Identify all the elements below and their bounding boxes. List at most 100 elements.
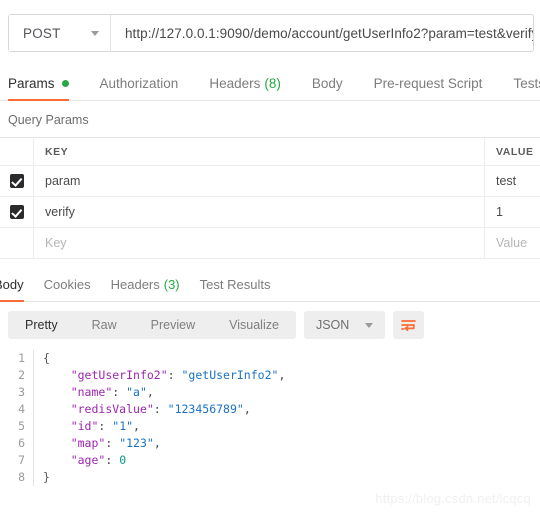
watermark: https://blog.csdn.net/lcqcq (375, 491, 531, 506)
code-line: "id": "1", (43, 418, 285, 435)
code-line: "map": "123", (43, 435, 285, 452)
code-token: : (112, 385, 126, 399)
query-params-label: Query Params (0, 101, 540, 137)
param-value-input[interactable]: test (485, 166, 540, 196)
param-value-cell[interactable]: 1 (485, 197, 540, 228)
view-mode-preview[interactable]: Preview (134, 311, 212, 339)
param-key-cell[interactable]: param (34, 166, 485, 197)
code-token: : (105, 436, 119, 450)
row-checkbox[interactable] (0, 166, 33, 196)
code-token (43, 436, 71, 450)
code-line: "age": 0 (43, 452, 285, 469)
code-token (43, 453, 71, 467)
http-method-label: POST (23, 26, 61, 41)
param-value-input[interactable]: 1 (485, 197, 540, 227)
code-token: "name" (71, 385, 113, 399)
code-line: "getUserInfo2": "getUserInfo2", (43, 367, 285, 384)
tab-params[interactable]: Params (8, 76, 69, 100)
table-row-new: KeyValue (0, 228, 540, 259)
checkmark-icon (10, 174, 24, 188)
response-format-label: JSON (316, 318, 349, 332)
param-key-cell[interactable]: verify (34, 197, 485, 228)
code-token: "id" (71, 419, 99, 433)
code-token: { (43, 351, 50, 365)
line-number: 4 (0, 401, 25, 418)
code-token: "123456789" (168, 402, 244, 416)
row-checkbox-cell[interactable] (0, 197, 34, 228)
code-token: "age" (71, 453, 106, 467)
code-line: { (43, 350, 285, 367)
param-value-input[interactable]: Value (485, 228, 540, 258)
tab-label: Headers (209, 76, 260, 91)
param-key-input[interactable]: verify (34, 197, 484, 227)
code-token (43, 368, 71, 382)
param-value-cell[interactable]: Value (485, 228, 540, 259)
http-method-select[interactable]: POST (9, 15, 111, 51)
tab-authorization[interactable]: Authorization (100, 76, 179, 100)
code-line: "name": "a", (43, 384, 285, 401)
word-wrap-icon (401, 319, 416, 332)
view-mode-visualize[interactable]: Visualize (212, 311, 296, 339)
key-column-header: KEY (34, 138, 485, 166)
response-body-code[interactable]: { "getUserInfo2": "getUserInfo2", "name"… (34, 350, 285, 486)
query-params-table: KEY VALUE paramtestverify1KeyValue (0, 137, 540, 259)
param-key-input[interactable]: Key (34, 228, 484, 258)
tab-label: Cookies (44, 277, 91, 292)
response-tab-body[interactable]: Body (0, 277, 24, 301)
code-token (43, 402, 71, 416)
tab-label: Authorization (100, 76, 179, 91)
checkmark-icon (10, 205, 24, 219)
param-value-cell[interactable]: test (485, 166, 540, 197)
tab-label: Params (8, 76, 55, 91)
tab-headers[interactable]: Headers (8) (209, 76, 281, 100)
view-mode-raw[interactable]: Raw (75, 311, 134, 339)
table-header-row: KEY VALUE (0, 138, 540, 166)
code-token: : (154, 402, 168, 416)
code-token (43, 385, 71, 399)
tab-label: Body (0, 277, 24, 292)
code-line: } (43, 469, 285, 486)
response-tab-test-results[interactable]: Test Results (200, 277, 271, 301)
request-tabs: Params Authorization Headers (8) Body Pre-req… (0, 67, 540, 101)
response-tab-cookies[interactable]: Cookies (44, 277, 91, 301)
row-checkbox[interactable] (0, 197, 33, 227)
row-checkbox-cell (0, 228, 34, 259)
row-checkbox-cell[interactable] (0, 166, 34, 197)
response-tabs: Body Cookies Headers(3) Test Results (0, 271, 540, 302)
tab-label: Test Results (200, 277, 271, 292)
line-number: 1 (0, 350, 25, 367)
line-number: 6 (0, 435, 25, 452)
code-token: "map" (71, 436, 106, 450)
response-tab-headers[interactable]: Headers(3) (111, 277, 180, 301)
word-wrap-button[interactable] (393, 311, 424, 339)
tab-count-badge: (8) (264, 76, 281, 91)
code-token: , (133, 419, 140, 433)
code-token: } (43, 470, 50, 484)
table-row: verify1 (0, 197, 540, 228)
code-token (43, 419, 71, 433)
tab-pre-request-script[interactable]: Pre-request Script (374, 76, 483, 100)
code-token: , (244, 402, 251, 416)
table-row: paramtest (0, 166, 540, 197)
tab-tests[interactable]: Tests (513, 76, 540, 100)
line-number: 7 (0, 452, 25, 469)
code-token: "a" (126, 385, 147, 399)
response-format-select[interactable]: JSON (304, 311, 385, 339)
request-url-bar: POST http://127.0.0.1:9090/demo/account/… (8, 14, 534, 52)
code-token: : (168, 368, 182, 382)
select-all-header (0, 138, 34, 166)
param-key-cell[interactable]: Key (34, 228, 485, 259)
code-token: "123" (119, 436, 154, 450)
param-key-input[interactable]: param (34, 166, 484, 196)
code-line: "redisValue": "123456789", (43, 401, 285, 418)
url-input[interactable]: http://127.0.0.1:9090/demo/account/getUs… (111, 15, 533, 51)
chevron-down-icon (91, 31, 99, 36)
code-token: : (105, 453, 119, 467)
line-number: 8 (0, 469, 25, 486)
tab-body[interactable]: Body (312, 76, 343, 100)
code-token: , (154, 436, 161, 450)
tab-label: Tests (513, 76, 540, 91)
view-mode-group: PrettyRawPreviewVisualize (8, 311, 296, 339)
view-mode-pretty[interactable]: Pretty (8, 311, 75, 339)
tab-count-badge: (3) (164, 277, 180, 292)
